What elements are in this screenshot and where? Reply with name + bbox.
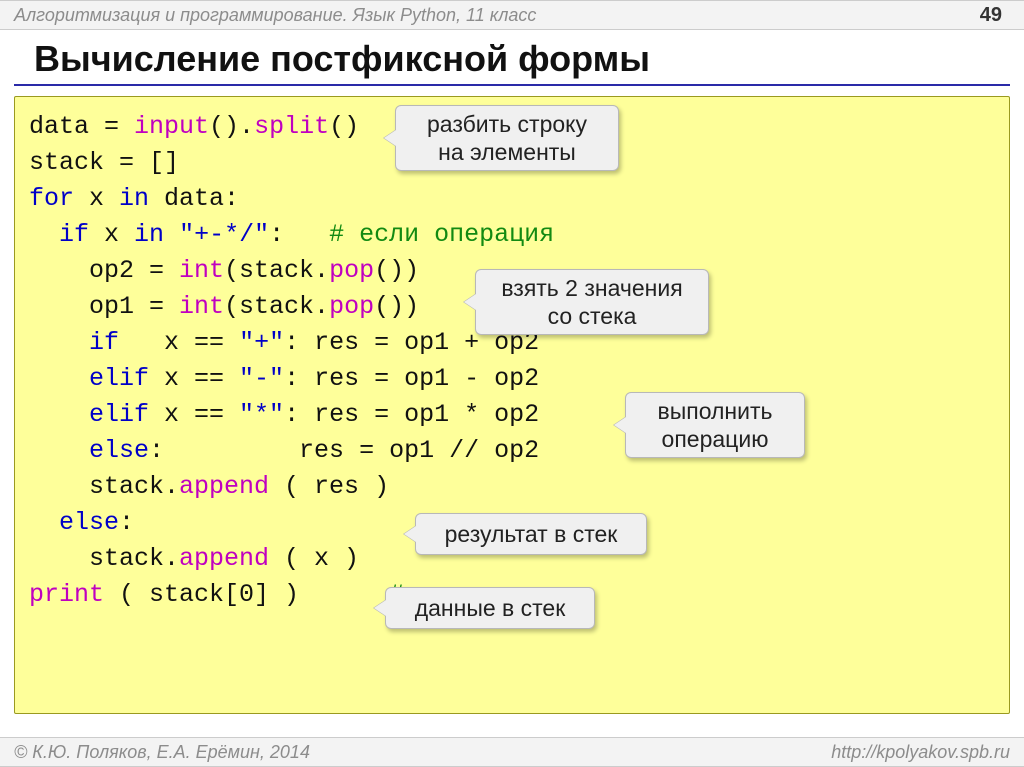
callout-result-push: результат в стек bbox=[415, 513, 647, 555]
header-subject: Алгоритмизация и программирование. Язык … bbox=[14, 5, 536, 26]
page-title: Вычисление постфиксной формы bbox=[0, 30, 1024, 84]
callout-split: разбить строку на элементы bbox=[395, 105, 619, 171]
callout-pop: взять 2 значения со стека bbox=[475, 269, 709, 335]
footer-copyright: © К.Ю. Поляков, Е.А. Ерёмин, 2014 bbox=[14, 742, 310, 763]
title-rule bbox=[14, 84, 1010, 86]
footer-bar: © К.Ю. Поляков, Е.А. Ерёмин, 2014 http:/… bbox=[0, 737, 1024, 767]
callout-data-push: данные в стек bbox=[385, 587, 595, 629]
page-number: 49 bbox=[980, 4, 1002, 27]
code-block: data = input().split() stack = [] for x … bbox=[14, 96, 1010, 714]
callout-operate: выполнить операцию bbox=[625, 392, 805, 458]
footer-link: http://kpolyakov.spb.ru bbox=[831, 742, 1010, 763]
header-bar: Алгоритмизация и программирование. Язык … bbox=[0, 0, 1024, 30]
